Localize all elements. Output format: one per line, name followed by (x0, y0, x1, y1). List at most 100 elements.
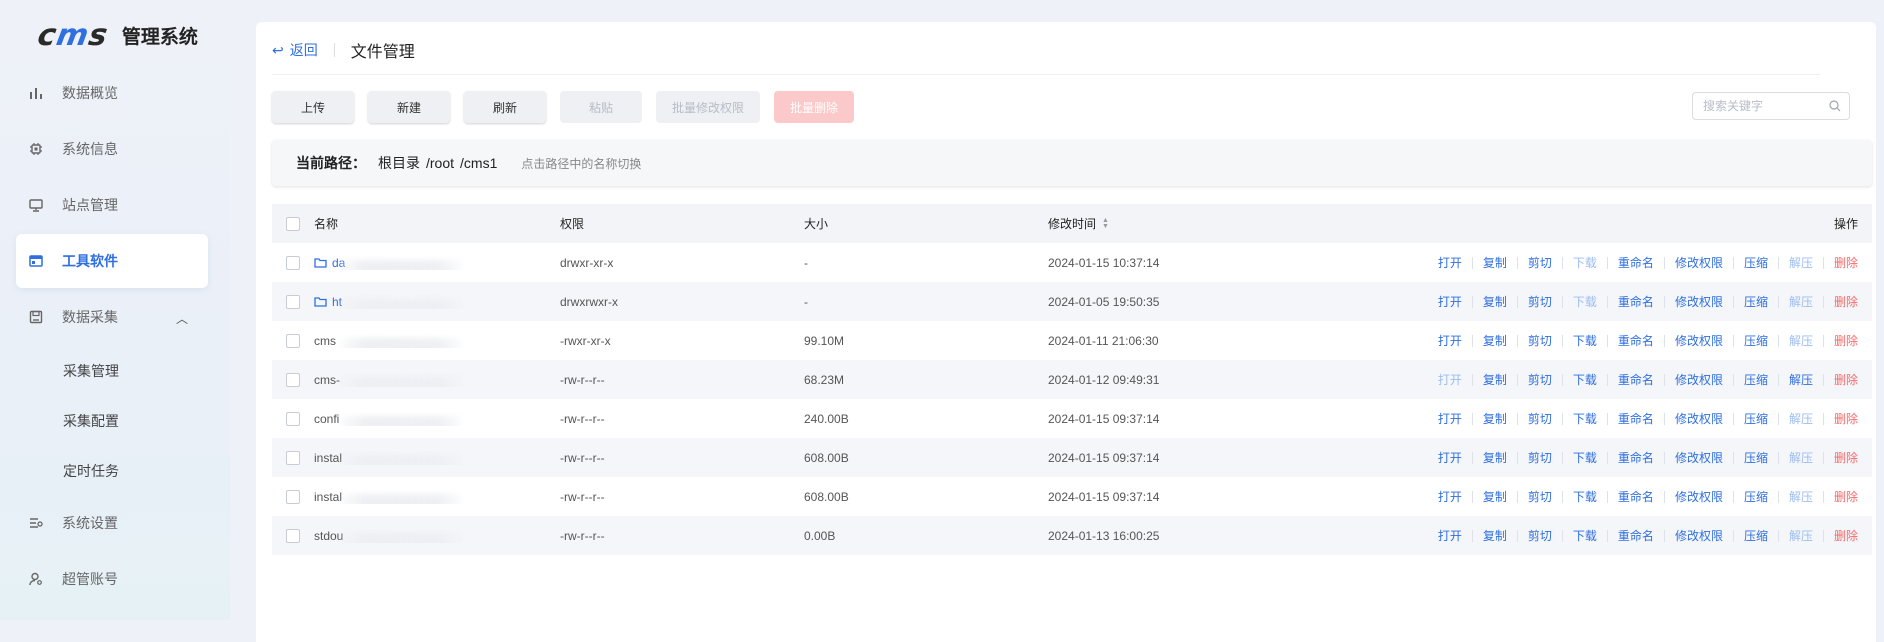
download-action[interactable]: 下载 (1573, 527, 1597, 544)
cut-action[interactable]: 剪切 (1528, 410, 1552, 427)
open-action[interactable]: 打开 (1438, 254, 1462, 271)
download-action[interactable]: 下载 (1573, 410, 1597, 427)
table-row[interactable]: instal -rw-r--r-- 608.00B 2024-01-15 09:37:… (272, 477, 1872, 516)
sidebar-item-site-management[interactable]: 站点管理 (16, 178, 208, 232)
file-name-cell[interactable]: instal (314, 451, 560, 465)
copy-action[interactable]: 复制 (1483, 527, 1507, 544)
extract-action[interactable]: 解压 (1789, 527, 1813, 544)
row-checkbox[interactable] (286, 372, 300, 387)
extract-action[interactable]: 解压 (1789, 449, 1813, 466)
file-name[interactable]: ht (332, 295, 342, 309)
download-action[interactable]: 下载 (1573, 371, 1597, 388)
extract-action[interactable]: 解压 (1789, 410, 1813, 427)
cut-action[interactable]: 剪切 (1528, 332, 1552, 349)
submenu-item-collection-management[interactable]: 采集管理 (16, 346, 208, 396)
file-name-cell[interactable]: da (314, 256, 560, 270)
cut-action[interactable]: 剪切 (1528, 488, 1552, 505)
open-action[interactable]: 打开 (1438, 371, 1462, 388)
paste-button[interactable]: 粘贴 (560, 91, 642, 123)
table-row[interactable]: confi -rw-r--r-- 240.00B 2024-01-15 09:37:1… (272, 399, 1872, 438)
submenu-item-collection-config[interactable]: 采集配置 (16, 396, 208, 446)
search-box[interactable] (1692, 92, 1850, 120)
path-segment-cms1[interactable]: /cms1 (460, 155, 497, 171)
sidebar-item-tools[interactable]: 工具软件 (16, 234, 208, 288)
compress-action[interactable]: 压缩 (1744, 410, 1768, 427)
file-name-cell[interactable]: stdou (314, 529, 560, 543)
rename-action[interactable]: 重命名 (1618, 449, 1654, 466)
open-action[interactable]: 打开 (1438, 410, 1462, 427)
change-permission-action[interactable]: 修改权限 (1675, 527, 1723, 544)
compress-action[interactable]: 压缩 (1744, 254, 1768, 271)
rename-action[interactable]: 重命名 (1618, 527, 1654, 544)
extract-action[interactable]: 解压 (1789, 332, 1813, 349)
path-segment-root[interactable]: 根目录 (378, 153, 420, 173)
delete-action[interactable]: 删除 (1834, 449, 1858, 466)
file-name-cell[interactable]: confi (314, 412, 560, 426)
batch-delete-button[interactable]: 批量删除 (774, 91, 854, 123)
file-name-cell[interactable]: cms (314, 334, 560, 348)
sort-icon[interactable]: ▲ ▼ (1102, 217, 1109, 230)
sidebar-item-data-collection[interactable]: 数据采集 ︿ (16, 290, 208, 344)
batch-permission-button[interactable]: 批量修改权限 (656, 91, 760, 123)
sidebar-item-data-overview[interactable]: 数据概览 (16, 66, 208, 120)
extract-action[interactable]: 解压 (1789, 488, 1813, 505)
compress-action[interactable]: 压缩 (1744, 449, 1768, 466)
open-action[interactable]: 打开 (1438, 332, 1462, 349)
compress-action[interactable]: 压缩 (1744, 293, 1768, 310)
rename-action[interactable]: 重命名 (1618, 488, 1654, 505)
compress-action[interactable]: 压缩 (1744, 371, 1768, 388)
change-permission-action[interactable]: 修改权限 (1675, 332, 1723, 349)
cut-action[interactable]: 剪切 (1528, 293, 1552, 310)
download-action[interactable]: 下载 (1573, 332, 1597, 349)
change-permission-action[interactable]: 修改权限 (1675, 371, 1723, 388)
copy-action[interactable]: 复制 (1483, 254, 1507, 271)
delete-action[interactable]: 删除 (1834, 332, 1858, 349)
new-button[interactable]: 新建 (368, 91, 450, 123)
extract-action[interactable]: 解压 (1789, 254, 1813, 271)
copy-action[interactable]: 复制 (1483, 332, 1507, 349)
rename-action[interactable]: 重命名 (1618, 371, 1654, 388)
delete-action[interactable]: 删除 (1834, 488, 1858, 505)
table-row[interactable]: instal -rw-r--r-- 608.00B 2024-01-15 09:37:… (272, 438, 1872, 477)
file-name-cell[interactable]: cms- (314, 373, 560, 387)
sidebar-item-system-settings[interactable]: 系统设置 (16, 496, 208, 550)
change-permission-action[interactable]: 修改权限 (1675, 254, 1723, 271)
row-checkbox[interactable] (286, 450, 300, 465)
download-action[interactable]: 下载 (1573, 293, 1597, 310)
table-row[interactable]: cms- -rw-r--r-- 68.23M 2024-01-12 09:49:31 打… (272, 360, 1872, 399)
cut-action[interactable]: 剪切 (1528, 527, 1552, 544)
path-segment-root-dir[interactable]: /root (426, 155, 454, 171)
submenu-item-scheduled-tasks[interactable]: 定时任务 (16, 446, 208, 496)
row-checkbox[interactable] (286, 411, 300, 426)
search-input[interactable] (1701, 98, 1825, 114)
table-row[interactable]: stdou -rw-r--r-- 0.00B 2024-01-13 16:00:25 打… (272, 516, 1872, 555)
sidebar-item-system-info[interactable]: 系统信息 (16, 122, 208, 176)
delete-action[interactable]: 删除 (1834, 527, 1858, 544)
delete-action[interactable]: 删除 (1834, 371, 1858, 388)
file-name-cell[interactable]: ht (314, 295, 560, 309)
table-row[interactable]: da drwxr-xr-x - 2024-01-15 10:37:14 打开 复制 剪切 下载… (272, 243, 1872, 282)
download-action[interactable]: 下载 (1573, 488, 1597, 505)
row-checkbox[interactable] (286, 333, 300, 348)
compress-action[interactable]: 压缩 (1744, 332, 1768, 349)
change-permission-action[interactable]: 修改权限 (1675, 410, 1723, 427)
copy-action[interactable]: 复制 (1483, 488, 1507, 505)
row-checkbox[interactable] (286, 294, 300, 309)
file-name-cell[interactable]: instal (314, 490, 560, 504)
rename-action[interactable]: 重命名 (1618, 332, 1654, 349)
open-action[interactable]: 打开 (1438, 449, 1462, 466)
rename-action[interactable]: 重命名 (1618, 254, 1654, 271)
change-permission-action[interactable]: 修改权限 (1675, 488, 1723, 505)
cut-action[interactable]: 剪切 (1528, 254, 1552, 271)
change-permission-action[interactable]: 修改权限 (1675, 293, 1723, 310)
search-icon[interactable] (1829, 100, 1841, 112)
upload-button[interactable]: 上传 (272, 91, 354, 123)
delete-action[interactable]: 删除 (1834, 293, 1858, 310)
download-action[interactable]: 下载 (1573, 254, 1597, 271)
copy-action[interactable]: 复制 (1483, 293, 1507, 310)
sidebar-item-admin-account[interactable]: 超管账号 (16, 552, 208, 606)
rename-action[interactable]: 重命名 (1618, 410, 1654, 427)
open-action[interactable]: 打开 (1438, 527, 1462, 544)
compress-action[interactable]: 压缩 (1744, 527, 1768, 544)
change-permission-action[interactable]: 修改权限 (1675, 449, 1723, 466)
